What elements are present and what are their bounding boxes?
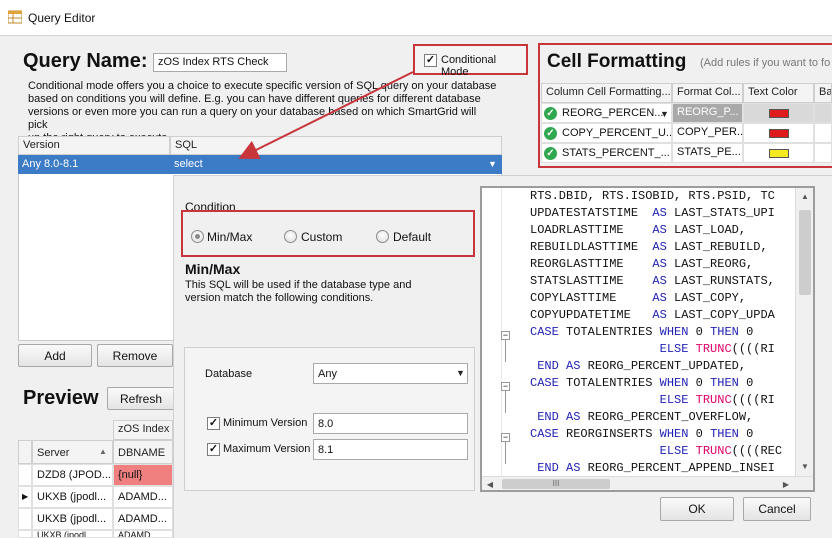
annotation-arrow-line <box>238 71 414 159</box>
annotation-arrow <box>238 71 414 159</box>
